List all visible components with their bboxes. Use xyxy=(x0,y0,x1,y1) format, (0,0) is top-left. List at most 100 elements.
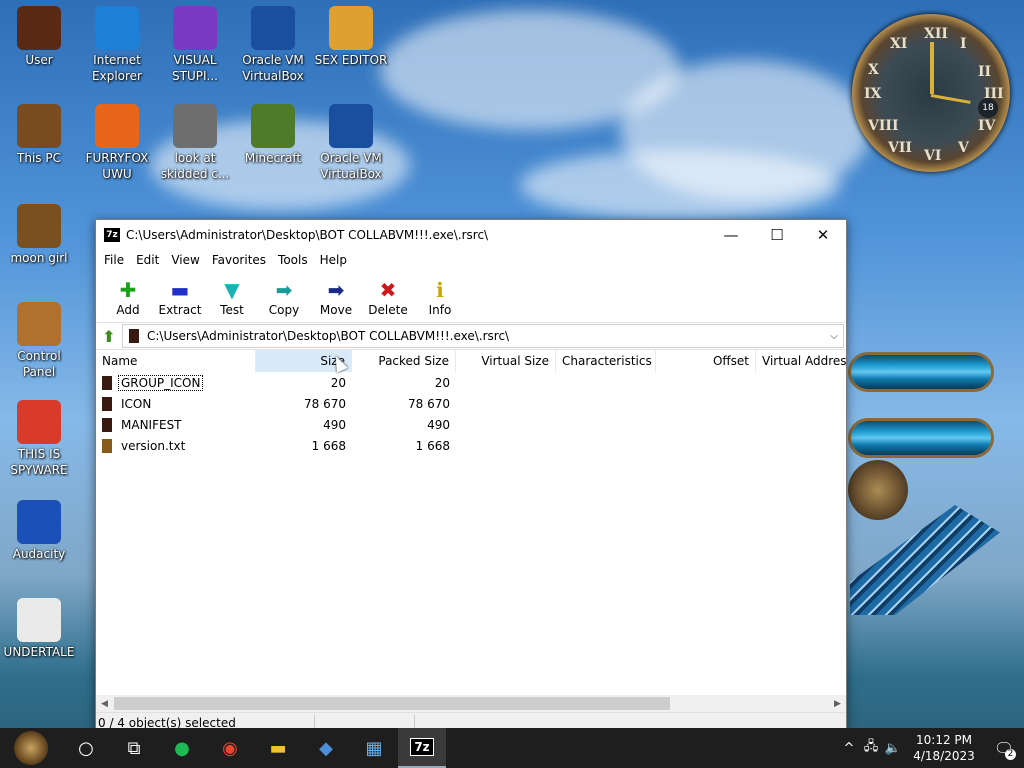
extract-icon: ▬ xyxy=(170,278,190,302)
desktop-icon[interactable]: User xyxy=(0,2,78,68)
start-button[interactable] xyxy=(0,728,62,768)
table-row[interactable]: GROUP_ICON 20 20 xyxy=(96,372,846,393)
spotify-icon: ● xyxy=(174,737,190,759)
app-icon xyxy=(17,598,61,642)
desktop-icon[interactable]: THIS IS SPYWARE xyxy=(0,396,78,478)
desktop-icon[interactable]: This PC xyxy=(0,100,78,166)
tray-date: 4/18/2023 xyxy=(913,749,975,763)
add-button[interactable]: ✚ Add xyxy=(102,277,154,322)
desktop-icon-label: This PC xyxy=(17,151,61,165)
taskbar-7zip-button[interactable]: 7z xyxy=(398,728,446,768)
col-characteristics[interactable]: Characteristics xyxy=(556,350,656,372)
menu-favorites[interactable]: Favorites xyxy=(206,253,272,267)
info-button[interactable]: ℹ Info xyxy=(414,277,466,322)
col-packed-size[interactable]: Packed Size xyxy=(352,350,456,372)
row-size: 78 670 xyxy=(304,396,346,411)
desktop-icon[interactable]: SEX EDITOR xyxy=(312,2,390,68)
taskbar-chrome-button[interactable]: ◉ xyxy=(206,728,254,768)
row-name-text: MANIFEST xyxy=(121,417,182,432)
extract-button[interactable]: ▬ Extract xyxy=(154,277,206,322)
col-offset[interactable]: Offset xyxy=(656,350,756,372)
taskbar: ○ ⧉ ● ◉ ▬ ◆ ▦ 7z ^ 🖧 🔈 10:12 PM 4/18/2023 🗨 2 xyxy=(0,728,1024,768)
menu-help[interactable]: Help xyxy=(314,253,353,267)
notification-button[interactable]: 🗨 2 xyxy=(984,728,1024,768)
desktop-icon-label: THIS IS SPYWARE xyxy=(10,447,68,477)
file-icon xyxy=(102,438,112,453)
maximize-button[interactable]: ☐ xyxy=(754,220,800,249)
desktop-icon[interactable]: Audacity xyxy=(0,496,78,562)
delete-button[interactable]: ✖ Delete xyxy=(362,277,414,322)
col-virtual-size[interactable]: Virtual Size xyxy=(456,350,556,372)
menu-tools[interactable]: Tools xyxy=(272,253,314,267)
close-button[interactable]: ✕ xyxy=(800,220,846,249)
taskbar-spotify-button[interactable]: ● xyxy=(158,728,206,768)
desktop-icon-label: UNDERTALE xyxy=(3,645,75,659)
desktop-icon[interactable]: Minecraft xyxy=(234,100,312,166)
table-row[interactable]: version.txt 1 668 1 668 xyxy=(96,435,846,456)
desktop-icon-label: look at skidded c... xyxy=(160,151,230,181)
col-virtual-address[interactable]: Virtual Addres xyxy=(756,350,846,372)
title-bar[interactable]: 7z C:\Users\Administrator\Desktop\BOT CO… xyxy=(96,220,846,249)
test-button[interactable]: ▼ Test xyxy=(206,277,258,322)
row-name-text: ICON xyxy=(121,396,152,411)
toolbar-label: Add xyxy=(116,303,140,317)
taskbar-virtualbox-button[interactable]: ◆ xyxy=(302,728,350,768)
scroll-thumb[interactable] xyxy=(114,697,670,710)
chevron-down-icon[interactable]: ⌵ xyxy=(825,331,843,342)
info-icon: ℹ xyxy=(436,278,444,302)
move-button[interactable]: ➡ Move xyxy=(310,277,362,322)
tray-chevron-icon[interactable]: ^ xyxy=(838,741,860,756)
clock-minute-hand xyxy=(930,94,971,104)
menu-edit[interactable]: Edit xyxy=(130,253,165,267)
desktop-icon-label: Audacity xyxy=(12,547,66,561)
desktop-icon[interactable]: Internet Explorer xyxy=(78,2,156,84)
address-bar: ⬆ C:\Users\Administrator\Desktop\BOT COL… xyxy=(96,323,846,350)
app-icon xyxy=(17,104,61,148)
app-icon xyxy=(17,500,61,544)
volume-icon[interactable]: 🔈 xyxy=(882,741,904,756)
app-icon xyxy=(95,6,139,50)
file-list: GROUP_ICON 20 20 ICON 78 670 78 670 MANIFEST 49… xyxy=(96,372,846,456)
toolbar-label: Extract xyxy=(158,303,202,317)
horizontal-scrollbar[interactable]: ◀ ▶ xyxy=(96,695,846,712)
minimize-button[interactable]: — xyxy=(708,220,754,249)
taskbar-explorer-button[interactable]: ▬ xyxy=(254,728,302,768)
decor-pipes xyxy=(850,505,1000,615)
desktop-icon-label: Oracle VM VirtualBox xyxy=(320,151,382,181)
desktop-icon[interactable]: moon girl xyxy=(0,200,78,266)
menu-file[interactable]: File xyxy=(98,253,130,267)
virtualbox-icon: ◆ xyxy=(319,737,333,759)
scroll-right-icon[interactable]: ▶ xyxy=(829,699,846,709)
app-icon xyxy=(17,204,61,248)
app-icon xyxy=(251,6,295,50)
row-packed-size: 20 xyxy=(434,375,450,390)
tray-clock[interactable]: 10:12 PM 4/18/2023 xyxy=(904,732,984,764)
address-input[interactable]: C:\Users\Administrator\Desktop\BOT COLLA… xyxy=(122,324,844,348)
app-icon xyxy=(17,6,61,50)
desktop-icon[interactable]: VISUAL STUPI... xyxy=(156,2,234,84)
desktop-icon[interactable]: FURRYFOX UWU xyxy=(78,100,156,182)
taskbar-calculator-button[interactable]: ▦ xyxy=(350,728,398,768)
copy-button[interactable]: ➡ Copy xyxy=(258,277,310,322)
desktop-icon[interactable]: look at skidded c... xyxy=(156,100,234,182)
desktop-icon[interactable]: Oracle VM VirtualBox xyxy=(234,2,312,84)
desktop-icon[interactable]: Oracle VM VirtualBox xyxy=(312,100,390,182)
row-size: 20 xyxy=(330,375,346,390)
app-icon xyxy=(329,6,373,50)
up-folder-icon[interactable]: ⬆ xyxy=(96,324,122,348)
row-size: 490 xyxy=(323,417,346,432)
add-icon: ✚ xyxy=(119,278,137,302)
desktop-icon[interactable]: Control Panel xyxy=(0,298,78,380)
desktop-icon-label: Control Panel xyxy=(17,349,61,379)
desktop-icon[interactable]: UNDERTALE xyxy=(0,594,78,660)
table-row[interactable]: MANIFEST 490 490 xyxy=(96,414,846,435)
col-name[interactable]: Name xyxy=(96,350,256,372)
network-icon[interactable]: 🖧 xyxy=(860,737,882,759)
7zip-app-icon: 7z xyxy=(104,227,120,242)
scroll-left-icon[interactable]: ◀ xyxy=(96,699,113,709)
toolbar-label: Info xyxy=(428,303,452,317)
table-row[interactable]: ICON 78 670 78 670 xyxy=(96,393,846,414)
task-view-button[interactable]: ⧉ xyxy=(110,728,158,768)
menu-view[interactable]: View xyxy=(165,253,205,267)
search-button[interactable]: ○ xyxy=(62,728,110,768)
